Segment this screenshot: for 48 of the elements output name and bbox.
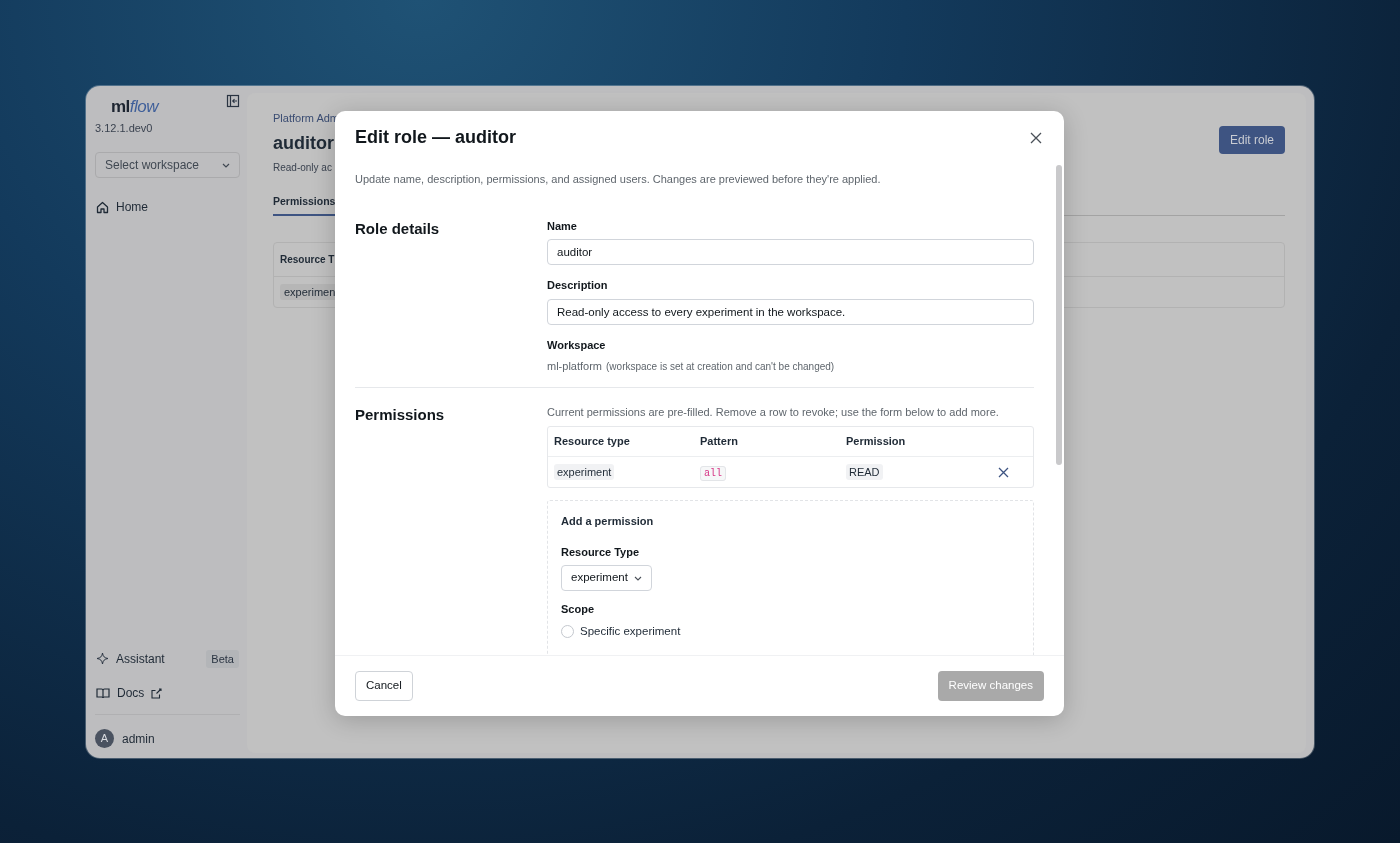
column-header: Resource type [554,434,631,450]
scrollbar-thumb[interactable] [1056,165,1062,465]
intro-text: Update name, description, permissions, and assigned users. Changes are previewed before they're applied. [355,172,882,187]
edit-role-button[interactable]: Edit role [1218,126,1285,154]
close-icon [1030,132,1042,144]
field-label: Resource Type [561,544,641,560]
field-label: Description [547,278,609,293]
close-icon [998,466,1009,478]
external-link-icon [151,687,163,699]
workspace-note: (workspace is set at creation and can't be changed) [606,360,835,374]
field-label: Scope [561,602,595,617]
collapse-sidebar-icon[interactable] [226,94,240,108]
nav-item[interactable]: Docs [95,680,240,706]
logo: mlflow [111,96,159,118]
section-heading: Permissions [355,404,446,425]
description-input[interactable]: Read-only access to every experiment in the workspace. [547,298,1034,325]
page-title: auditor [273,131,335,155]
resource-type-select[interactable]: experiment [561,565,652,591]
book-icon [96,687,110,699]
chevron-down-icon [633,575,642,581]
nav-item[interactable]: Home [95,194,240,220]
name-input[interactable]: auditor [547,239,1034,265]
modal-title: Edit role — auditor [355,127,516,149]
resource-type-tag: experiment [554,463,615,480]
panel-title: Add a permission [561,514,655,529]
nav-item[interactable]: Assistant Beta [95,645,240,672]
section-heading: Role details [355,218,441,239]
permissions-hint: Current permissions are pre-filled. Remove a row to revoke; use the form below to add more. [547,404,1000,420]
column-header: Permission [846,434,907,450]
column-header: Resource T [280,254,335,266]
radio-option[interactable]: Specific experiment [561,622,1020,640]
workspace-select[interactable]: Select workspace [95,152,240,178]
field-label: Name [547,218,578,234]
close-button[interactable] [1028,130,1044,146]
chevron-down-icon [222,162,230,168]
field-label: Workspace [547,337,607,353]
permission-tag: READ [846,463,883,480]
user-avatar: A [95,729,114,748]
page-subtitle: Read-only ac [273,160,333,175]
cancel-button[interactable]: Cancel [355,671,413,701]
user-name: admin [122,730,155,748]
column-header: Pattern [700,434,739,450]
pattern-code: all [700,465,726,481]
beta-badge: Beta [206,649,239,668]
home-icon [96,200,109,214]
version-label: 3.12.1.dev0 [95,120,154,136]
sparkle-icon [96,652,109,666]
workspace-value: ml-platform [547,359,602,374]
